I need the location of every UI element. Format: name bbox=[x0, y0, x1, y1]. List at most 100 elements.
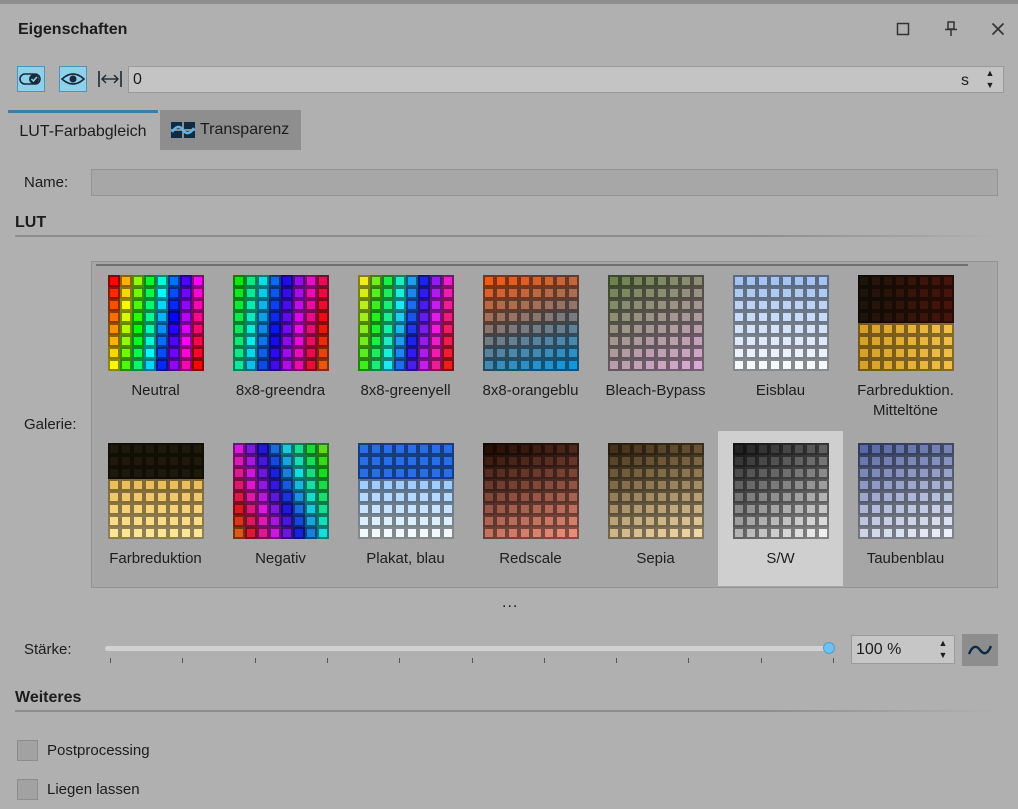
lut-item-label: 8x8-greenyell bbox=[360, 382, 451, 399]
eye-icon bbox=[61, 73, 85, 85]
liegen-lassen-checkbox[interactable] bbox=[17, 778, 38, 800]
lut-thumbnail bbox=[733, 443, 829, 539]
slider-tick bbox=[833, 658, 834, 663]
lut-item-farb[interactable]: Farbreduktion bbox=[93, 431, 218, 586]
tab-label: LUT-Farbabgleich bbox=[19, 122, 147, 140]
lut-item-orangeblu[interactable]: 8x8-orangeblu bbox=[468, 263, 593, 418]
weiteres-section-title: Weiteres bbox=[15, 689, 82, 706]
lut-thumbnail bbox=[858, 443, 954, 539]
lut-item-label: Bleach-Bypass bbox=[605, 382, 706, 399]
spin-up-icon[interactable]: ▲ bbox=[986, 69, 995, 78]
time-input[interactable]: 0 s ▲ ▼ bbox=[128, 66, 1004, 93]
lut-item-label: Negativ bbox=[255, 550, 306, 567]
lut-item-sepia[interactable]: Sepia bbox=[593, 431, 718, 586]
lut-item-eisblau[interactable]: Eisblau bbox=[718, 263, 843, 418]
lut-item-label: Taubenblau bbox=[866, 550, 945, 567]
tab-lut-farbabgleich[interactable]: LUT-Farbabgleich bbox=[8, 110, 158, 150]
enable-toggle-button[interactable] bbox=[17, 66, 45, 92]
spin-down-icon[interactable]: ▼ bbox=[986, 81, 995, 90]
slider-tick bbox=[688, 658, 690, 663]
maximize-button[interactable] bbox=[891, 17, 915, 41]
slider-tick bbox=[399, 658, 401, 663]
strength-input[interactable]: 100 % ▲ ▼ bbox=[851, 635, 955, 664]
lut-item-label: Neutral bbox=[131, 382, 180, 399]
curve-button[interactable] bbox=[962, 634, 998, 666]
pin-button[interactable] bbox=[939, 17, 963, 41]
postprocessing-checkbox[interactable] bbox=[17, 739, 38, 761]
liegen-lassen-label: Liegen lassen bbox=[47, 780, 140, 798]
visibility-button[interactable] bbox=[59, 66, 87, 92]
lut-thumbnail bbox=[358, 443, 454, 539]
lut-thumbnail bbox=[233, 275, 329, 371]
slider-tick bbox=[254, 658, 256, 663]
strength-label: Stärke: bbox=[24, 641, 72, 658]
gallery-label: Galerie: bbox=[24, 416, 77, 433]
time-spinner[interactable]: ▲ ▼ bbox=[983, 69, 997, 90]
transparency-icon bbox=[170, 119, 196, 141]
keyframe-toolbar: 0 s ▲ ▼ bbox=[0, 64, 1018, 94]
lut-item-farbmittel[interactable]: Farbreduktion. Mitteltöne bbox=[843, 263, 968, 419]
name-input[interactable] bbox=[91, 169, 998, 196]
lut-item-label: S/W bbox=[766, 550, 795, 567]
slider-tick bbox=[182, 658, 184, 663]
strength-slider[interactable] bbox=[105, 640, 835, 670]
liegen-lassen-option[interactable]: Liegen lassen bbox=[17, 777, 140, 801]
expand-width-icon bbox=[98, 71, 122, 87]
panel-titlebar: Eigenschaften bbox=[0, 4, 1018, 50]
toggle-check-icon bbox=[19, 73, 41, 85]
lut-item-redscale[interactable]: Redscale bbox=[468, 431, 593, 586]
slider-tick bbox=[616, 658, 618, 663]
slider-tick bbox=[543, 658, 545, 663]
curve-icon bbox=[967, 645, 993, 655]
more-button[interactable]: ... bbox=[502, 594, 518, 612]
lut-item-label: Plakat, blau bbox=[366, 550, 445, 567]
panel-title: Eigenschaften bbox=[18, 21, 128, 38]
lut-thumbnail bbox=[483, 275, 579, 371]
lut-item-plakat[interactable]: Plakat, blau bbox=[343, 431, 468, 586]
slider-tick bbox=[110, 658, 111, 663]
close-icon bbox=[991, 22, 1005, 36]
lut-item-greendra[interactable]: 8x8-greendra bbox=[218, 263, 343, 418]
duration-button[interactable] bbox=[96, 66, 124, 92]
lut-item-taubenblau[interactable]: Taubenblau bbox=[843, 431, 968, 586]
spin-up-icon[interactable]: ▲ bbox=[939, 639, 948, 648]
strength-value: 100 % bbox=[856, 641, 902, 658]
lut-item-negativ[interactable]: Negativ bbox=[218, 431, 343, 586]
lut-gallery: Neutral 8x8-greendra 8x8-greenyell 8x8-oran… bbox=[91, 261, 998, 588]
lut-section-title: LUT bbox=[15, 214, 47, 231]
strength-spinner[interactable]: ▲ ▼ bbox=[936, 639, 950, 660]
lut-thumbnail bbox=[858, 275, 954, 371]
slider-handle[interactable] bbox=[823, 642, 835, 654]
lut-item-sw[interactable]: S/W bbox=[718, 431, 843, 586]
tab-label: Transparenz bbox=[200, 121, 290, 138]
close-button[interactable] bbox=[986, 17, 1010, 41]
tab-transparenz[interactable]: Transparenz bbox=[160, 110, 301, 150]
lut-item-label: Redscale bbox=[499, 550, 562, 567]
lut-section-divider bbox=[15, 235, 998, 237]
lut-item-neutral[interactable]: Neutral bbox=[93, 263, 218, 418]
lut-thumbnail bbox=[108, 443, 204, 539]
lut-thumbnail bbox=[108, 275, 204, 371]
lut-item-bleach[interactable]: Bleach-Bypass bbox=[593, 263, 718, 418]
postprocessing-option[interactable]: Postprocessing bbox=[17, 738, 150, 762]
lut-item-greenyell[interactable]: 8x8-greenyell bbox=[343, 263, 468, 418]
time-unit: s bbox=[961, 72, 969, 89]
lut-item-label: Sepia bbox=[636, 550, 675, 567]
slider-track bbox=[105, 646, 833, 651]
lut-thumbnail bbox=[733, 275, 829, 371]
lut-thumbnail bbox=[358, 275, 454, 371]
lut-item-label: 8x8-orangeblu bbox=[482, 382, 579, 399]
postprocessing-label: Postprocessing bbox=[47, 741, 150, 759]
lut-thumbnail bbox=[608, 443, 704, 539]
lut-thumbnail bbox=[483, 443, 579, 539]
pin-icon bbox=[945, 21, 957, 36]
spin-down-icon[interactable]: ▼ bbox=[939, 651, 948, 660]
lut-thumbnail bbox=[608, 275, 704, 371]
slider-tick bbox=[760, 658, 762, 663]
slider-tick bbox=[326, 658, 328, 663]
lut-thumbnail bbox=[233, 443, 329, 539]
lut-item-label: Farbreduktion bbox=[109, 550, 202, 567]
lut-item-label: Farbreduktion. Mitteltöne bbox=[857, 382, 954, 419]
weiteres-section-divider bbox=[15, 710, 1000, 712]
lut-item-label: 8x8-greendra bbox=[235, 382, 326, 399]
